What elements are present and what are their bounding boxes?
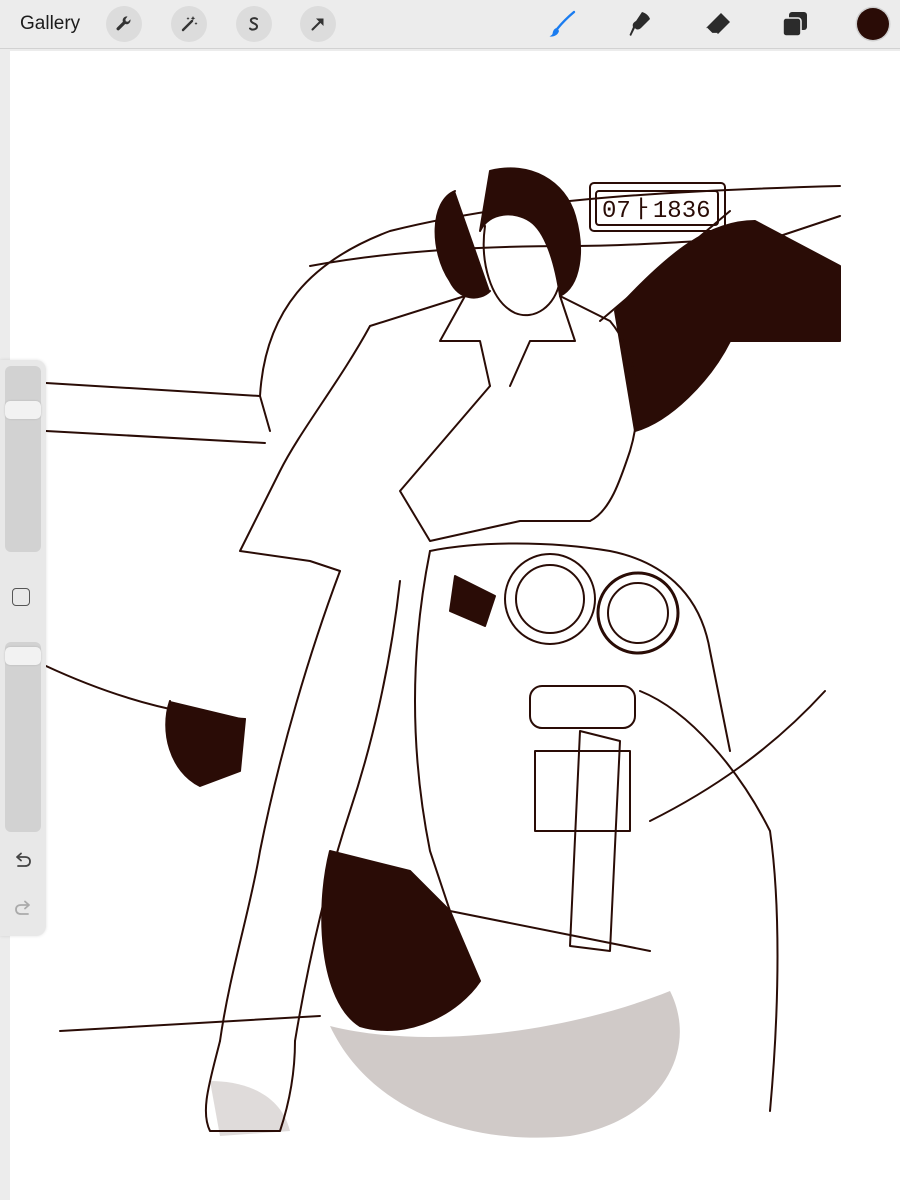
- color-picker-button[interactable]: [857, 8, 889, 40]
- undo-icon: [16, 852, 31, 867]
- undo-button[interactable]: [11, 848, 35, 872]
- brush-size-handle[interactable]: [5, 401, 41, 419]
- brush-tool[interactable]: [545, 6, 581, 42]
- adjustments-button[interactable]: [171, 6, 207, 42]
- actions-button[interactable]: [106, 6, 142, 42]
- license-plate-text: 07ㅏ1836: [602, 197, 711, 225]
- brush-icon: [549, 10, 576, 37]
- selection-button[interactable]: [236, 6, 272, 42]
- selection-icon: [249, 17, 259, 31]
- drawing-canvas[interactable]: 07ㅏ1836: [10, 51, 900, 1200]
- sketch-illustration: 07ㅏ1836: [45, 167, 841, 1138]
- transform-button[interactable]: [300, 6, 336, 42]
- redo-button[interactable]: [11, 896, 35, 920]
- transform-arrow-icon: [311, 18, 324, 31]
- wrench-icon: [116, 16, 131, 31]
- magic-wand-icon: [181, 16, 198, 32]
- smudge-tool[interactable]: [622, 6, 658, 42]
- eraser-icon: [706, 13, 730, 35]
- opacity-slider[interactable]: [5, 642, 41, 832]
- smudge-icon: [629, 12, 650, 36]
- modify-button[interactable]: [12, 588, 30, 606]
- top-toolbar: Gallery: [0, 0, 900, 49]
- opacity-handle[interactable]: [5, 647, 41, 665]
- sidebar: [0, 360, 46, 936]
- redo-icon: [15, 900, 30, 915]
- eraser-tool[interactable]: [700, 6, 736, 42]
- gallery-button[interactable]: Gallery: [20, 12, 80, 36]
- layers-button[interactable]: [777, 6, 813, 42]
- brush-size-slider[interactable]: [5, 366, 41, 552]
- layers-icon: [782, 12, 807, 37]
